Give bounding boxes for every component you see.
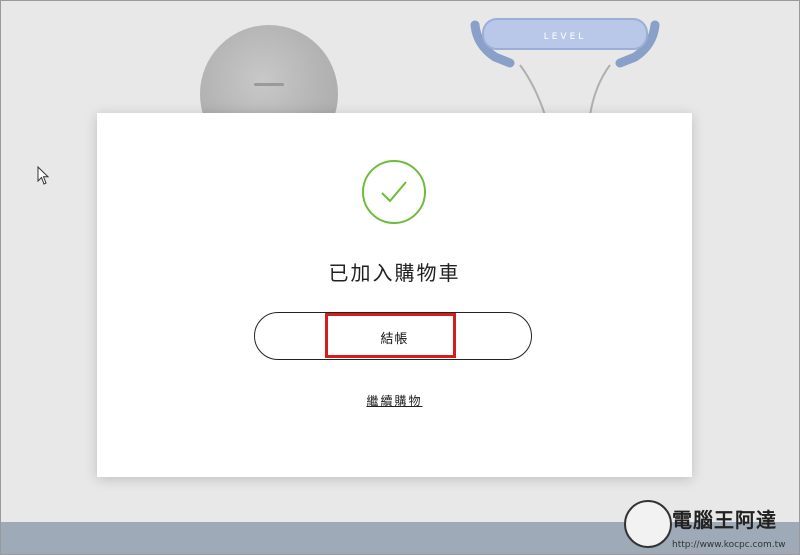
screenshot-frame <box>0 0 800 555</box>
